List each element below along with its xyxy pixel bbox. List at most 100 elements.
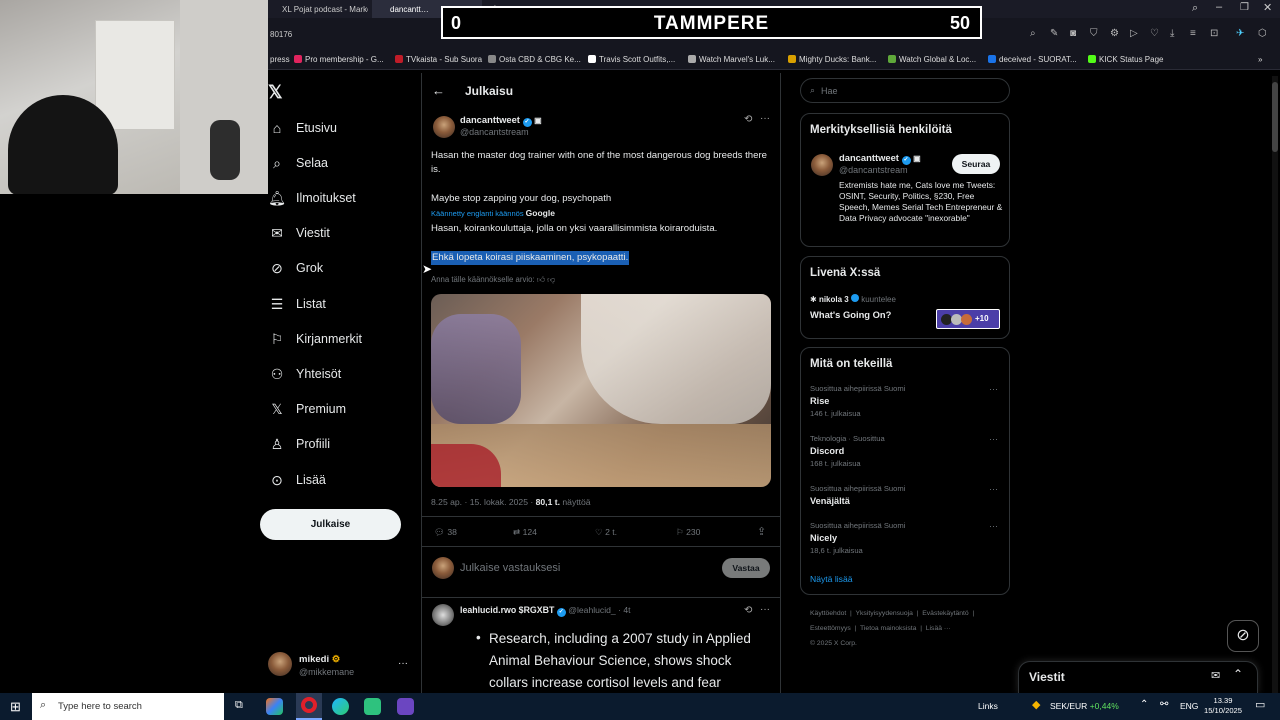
show-more-link[interactable]: Näytä lisää bbox=[810, 574, 853, 584]
share-icon[interactable]: ⇪ bbox=[757, 525, 766, 538]
relevant-avatar[interactable] bbox=[811, 154, 833, 176]
heart-icon[interactable]: ♡ bbox=[1150, 28, 1159, 39]
trend-item[interactable]: Teknologia · Suosittua Discord 168 t. ju… bbox=[810, 434, 1000, 468]
bookmark-item[interactable]: KICK Status Page bbox=[1088, 55, 1163, 64]
bookmark-item[interactable]: TVkaista - Sub Suora bbox=[395, 55, 482, 64]
edge-app-icon[interactable] bbox=[332, 698, 349, 715]
nav-item-profile[interactable]: ♙ Profiili bbox=[268, 430, 330, 458]
taskbar-search-input[interactable]: ⌕ Type here to search bbox=[32, 693, 224, 720]
nav-item-home[interactable]: ⌂ Etusivu bbox=[268, 114, 337, 142]
footer-link[interactable]: Lisää ··· bbox=[926, 625, 951, 632]
footer-link[interactable]: Tietoa mainoksista bbox=[860, 625, 916, 632]
trend-item[interactable]: Suosittua aihepiirissä Suomi Venäjältä bbox=[810, 484, 1000, 506]
thumbs-down-icon[interactable]: 👎︎ bbox=[547, 275, 555, 284]
relevant-name[interactable]: dancanttweet ✓ ▣ bbox=[839, 152, 921, 165]
nav-item-explore[interactable]: ⌕ Selaa bbox=[268, 149, 328, 177]
expand-icon[interactable]: ⌃ bbox=[1233, 667, 1243, 681]
reply-input[interactable]: Julkaise vastauksesi bbox=[460, 562, 560, 574]
edit-icon[interactable]: ✎ bbox=[1050, 28, 1058, 39]
repost-action[interactable]: ⇄ 124 bbox=[513, 527, 537, 538]
account-more-icon[interactable]: ··· bbox=[398, 658, 408, 669]
bookmark-item[interactable]: Watch Marvel's Luk... bbox=[688, 55, 775, 64]
notifications-icon[interactable]: ▭ bbox=[1255, 698, 1265, 711]
author-name[interactable]: dancanttweet ✓ ▣ bbox=[460, 114, 542, 127]
app-icon[interactable] bbox=[397, 698, 414, 715]
account-name[interactable]: mikedi ⚙ bbox=[299, 654, 340, 665]
extension-icon[interactable]: ✈ bbox=[1236, 28, 1244, 39]
language-indicator[interactable]: ENG bbox=[1180, 701, 1198, 711]
reply-author-name[interactable]: leahlucid.rwo $RGXBT ✓ @leahlucid_ · 4t bbox=[460, 605, 631, 617]
clock[interactable]: 13.39 15/10/2025 bbox=[1203, 696, 1243, 716]
bookmark-item[interactable]: press bbox=[270, 55, 290, 64]
trend-more-icon[interactable]: ··· bbox=[989, 484, 998, 494]
trend-item[interactable]: Suosittua aihepiirissä Suomi Rise 146 t.… bbox=[810, 384, 1000, 418]
post-video[interactable] bbox=[431, 294, 771, 487]
space-title[interactable]: What's Going On? bbox=[810, 309, 891, 320]
nav-item-notifications[interactable]: 🔔︎ Ilmoitukset bbox=[268, 184, 356, 212]
live-host[interactable]: ✱ nikola 3 kuuntelee bbox=[810, 294, 896, 304]
taskbar-links[interactable]: Links bbox=[978, 701, 998, 711]
trend-item[interactable]: Suosittua aihepiirissä Suomi Nicely 18,6… bbox=[810, 521, 1000, 555]
messages-drawer[interactable]: Viestit ✉ ⌃ bbox=[1018, 661, 1258, 693]
back-arrow-icon[interactable]: ← bbox=[432, 83, 445, 98]
footer-link[interactable]: Evästekäytäntö bbox=[922, 610, 968, 617]
browser-tab[interactable]: XL Pojat podcast - Marko bbox=[268, 0, 368, 18]
post-more-icon[interactable]: ··· bbox=[760, 113, 770, 124]
cube-icon[interactable]: ⬡ bbox=[1258, 28, 1267, 39]
trend-more-icon[interactable]: ··· bbox=[989, 521, 998, 531]
tray-chevron-icon[interactable]: ⌃ bbox=[1140, 699, 1148, 710]
ticker[interactable]: SEK/EUR +0,44% bbox=[1050, 701, 1119, 711]
post-button[interactable]: Julkaise bbox=[260, 509, 401, 540]
bookmarks-overflow-icon[interactable]: » bbox=[1258, 55, 1262, 64]
reply-button[interactable]: Vastaa bbox=[722, 558, 770, 578]
settings-icon[interactable]: ⚙ bbox=[1110, 28, 1119, 39]
play-icon[interactable]: ▷ bbox=[1130, 28, 1138, 39]
search-tabs-icon[interactable]: ⌕ bbox=[1192, 2, 1198, 15]
shield-icon[interactable]: ⛉ bbox=[1090, 28, 1098, 39]
reply-action[interactable]: 💬︎ 38 bbox=[434, 527, 457, 538]
lock-icon[interactable]: ⊡ bbox=[1210, 28, 1218, 39]
trend-more-icon[interactable]: ··· bbox=[989, 384, 998, 394]
listeners-pill[interactable]: +10 bbox=[936, 309, 1000, 329]
reply-more-icon[interactable]: ··· bbox=[760, 604, 770, 615]
search-icon[interactable]: ⌕ bbox=[1030, 28, 1036, 39]
nav-item-premium[interactable]: 𝕏 Premium bbox=[268, 395, 346, 423]
account-avatar[interactable] bbox=[268, 652, 292, 676]
trend-more-icon[interactable]: ··· bbox=[989, 434, 998, 444]
bookmark-item[interactable]: Osta CBD & CBG Ke... bbox=[488, 55, 581, 64]
bookmark-item[interactable]: Travis Scott Outfits,... bbox=[588, 55, 675, 64]
app-icon[interactable] bbox=[364, 698, 381, 715]
maximize-icon[interactable]: ❐ bbox=[1240, 2, 1249, 13]
download-icon[interactable]: ⤓ bbox=[1170, 28, 1174, 39]
nav-item-grok[interactable]: ⊘ Grok bbox=[268, 254, 323, 282]
grok-explain-icon[interactable]: ⟲ bbox=[744, 114, 752, 125]
camera-icon[interactable]: ◙ bbox=[1070, 28, 1076, 39]
menu-icon[interactable]: ≡ bbox=[1190, 28, 1196, 39]
bookmark-item[interactable]: deceived - SUORAT... bbox=[988, 55, 1077, 64]
nav-item-lists[interactable]: ☰ Listat bbox=[268, 290, 326, 318]
nav-item-bookmarks[interactable]: ⚐ Kirjanmerkit bbox=[268, 325, 362, 353]
thumbs-up-icon[interactable]: 👍︎ bbox=[537, 275, 545, 284]
task-view-icon[interactable]: ⧉ bbox=[235, 699, 243, 712]
author-avatar[interactable] bbox=[433, 116, 455, 138]
bookmark-action[interactable]: ⚐ 230 bbox=[676, 527, 700, 538]
nav-item-communities[interactable]: ⚇ Yhteisöt bbox=[268, 360, 341, 388]
footer-link[interactable]: Yksityisyydensuoja bbox=[855, 610, 912, 617]
footer-link[interactable]: Esteettömyys bbox=[810, 625, 851, 632]
scrollbar[interactable] bbox=[1272, 76, 1278, 693]
grok-explain-icon[interactable]: ⟲ bbox=[744, 605, 752, 616]
grok-float-icon[interactable]: ⊘ bbox=[1227, 620, 1259, 652]
app-icon[interactable] bbox=[266, 698, 283, 715]
x-logo-icon[interactable]: 𝕏 bbox=[268, 82, 283, 103]
compose-message-icon[interactable]: ✉ bbox=[1211, 669, 1220, 682]
network-icon[interactable]: ⚯ bbox=[1160, 699, 1168, 710]
bookmark-item[interactable]: Watch Global & Loc... bbox=[888, 55, 976, 64]
reply-author-avatar[interactable] bbox=[432, 604, 454, 626]
close-window-icon[interactable]: ✕ bbox=[1263, 1, 1272, 14]
bookmark-item[interactable]: Pro membership - G... bbox=[294, 55, 384, 64]
windows-start-icon[interactable]: ⊞ bbox=[10, 699, 21, 715]
like-action[interactable]: ♡ 2 t. bbox=[595, 527, 617, 538]
search-input[interactable]: ⌕ Hae bbox=[800, 78, 1010, 103]
footer-link[interactable]: Käyttöehdot bbox=[810, 610, 846, 617]
minimize-icon[interactable]: – bbox=[1216, 1, 1222, 13]
